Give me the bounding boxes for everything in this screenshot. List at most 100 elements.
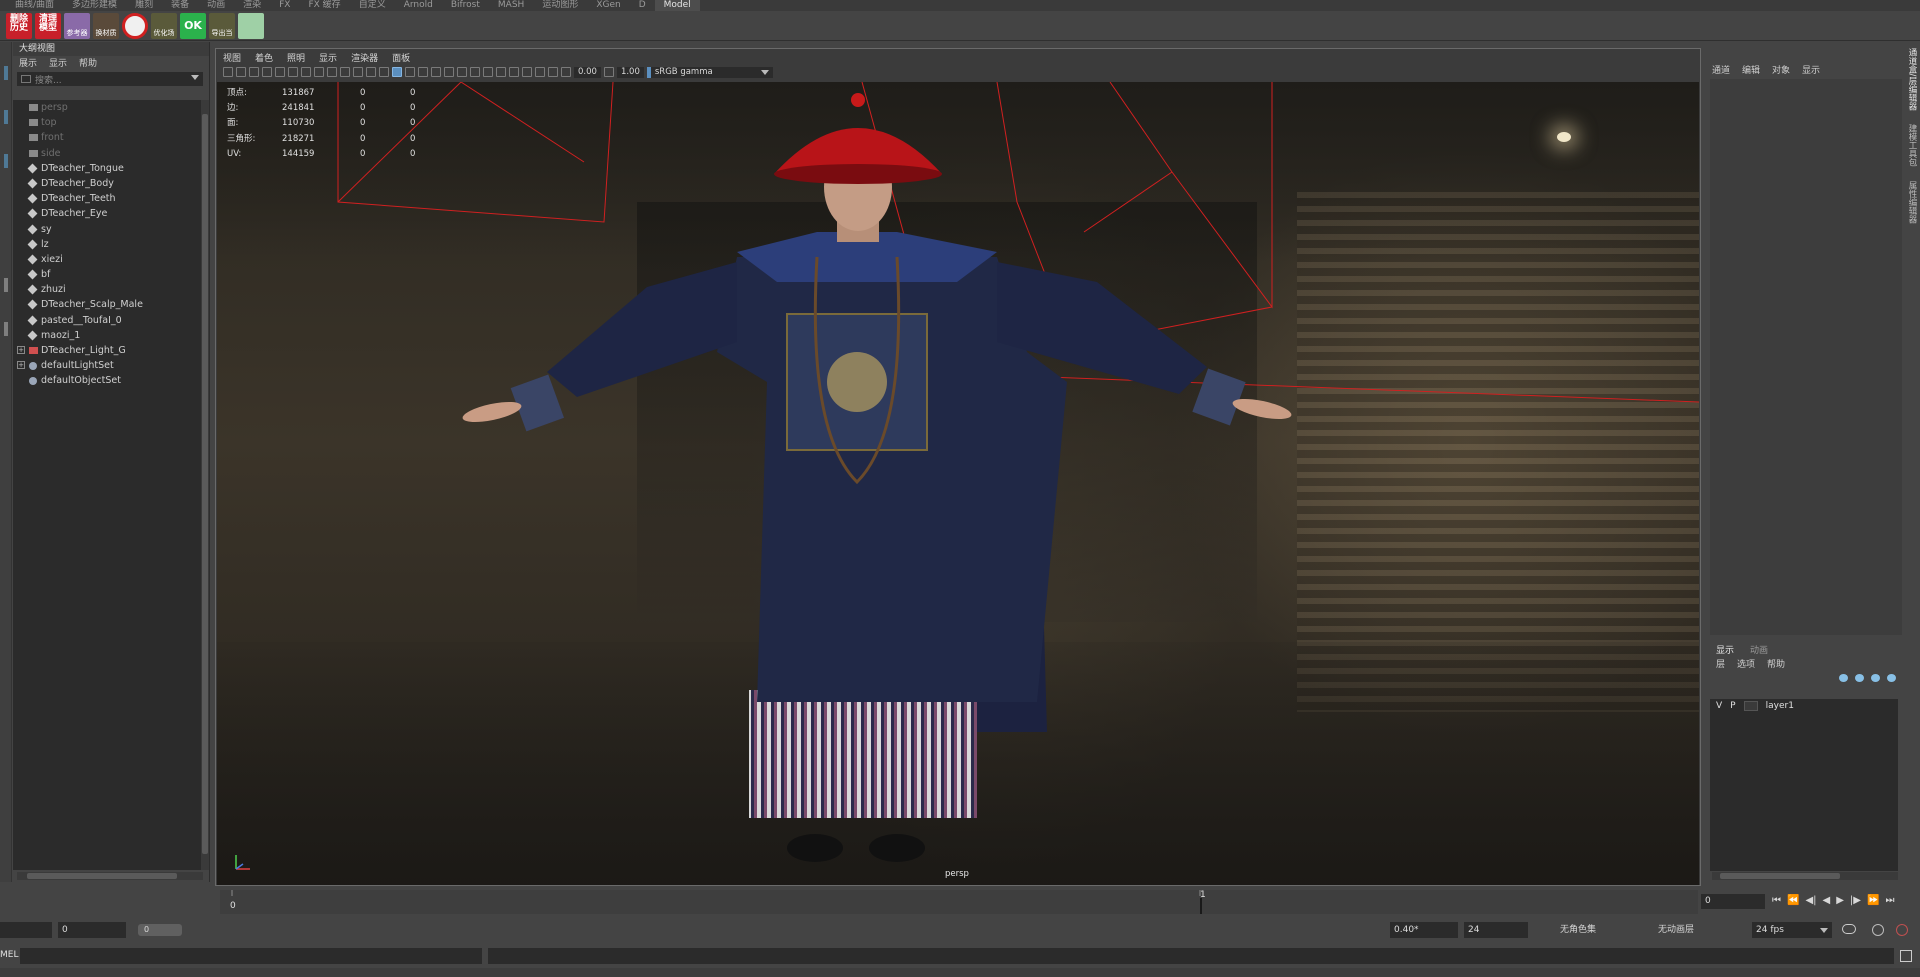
layer-menu-help[interactable]: 帮助 [1767, 657, 1785, 670]
layout-quad-icon[interactable] [4, 322, 8, 336]
wireframe-on-shaded-icon[interactable] [405, 67, 415, 77]
select-camera-icon[interactable] [223, 67, 233, 77]
outliner-search-field[interactable]: 搜索... [17, 72, 203, 86]
camera-attributes-icon[interactable] [236, 67, 246, 77]
rotate-tool-icon[interactable] [4, 154, 8, 168]
grid-icon[interactable] [288, 67, 298, 77]
optimize-icon[interactable]: 优化场 [151, 12, 177, 39]
outliner-item[interactable]: bf [13, 267, 201, 282]
use-all-lights-icon[interactable] [431, 67, 441, 77]
layer-visibility-toggle[interactable]: V [1716, 701, 1722, 711]
fps-select[interactable]: 24 fps [1752, 922, 1832, 938]
layout-single-icon[interactable] [4, 278, 8, 292]
film-gate-icon[interactable] [301, 67, 311, 77]
outliner-menu-display[interactable]: 显示 [49, 56, 67, 69]
search-input[interactable]: 搜索... [35, 73, 62, 86]
outliner-item[interactable]: front [13, 130, 201, 145]
anim-end-field[interactable]: 0.40* [1390, 922, 1458, 938]
new-layer-from-selection-icon[interactable] [1887, 674, 1896, 682]
command-input[interactable] [20, 948, 482, 964]
outliner-item[interactable]: + DTeacher_Light_G [13, 343, 201, 358]
motion-blur-icon[interactable] [470, 67, 480, 77]
outliner-item[interactable]: pasted__ToufaI_0 [13, 313, 201, 328]
smooth-shade-icon[interactable] [392, 67, 402, 77]
gamma-icon[interactable] [603, 67, 614, 77]
color-space-select[interactable]: sRGB gamma [646, 66, 773, 78]
shelf-tab[interactable]: FX [270, 0, 299, 11]
viewport-menu-panels[interactable]: 面板 [392, 51, 410, 64]
character-set-select[interactable]: 无角色集 [1560, 922, 1630, 938]
outliner-menu-show[interactable]: 展示 [19, 56, 37, 69]
channel-menu-show[interactable]: 显示 [1802, 63, 1820, 76]
export-icon[interactable]: 导出当 [209, 12, 235, 39]
outliner-item[interactable]: sy [13, 222, 201, 237]
sound-icon[interactable] [1872, 924, 1884, 936]
anim-start-field[interactable]: 0 [58, 922, 126, 938]
viewport-menu-lighting[interactable]: 照明 [287, 51, 305, 64]
shelf-tab[interactable]: Arnold [395, 0, 442, 11]
isolate-select-icon[interactable] [509, 67, 519, 77]
outliner-item[interactable]: DTeacher_Teeth [13, 191, 201, 206]
exposure-icon[interactable] [561, 67, 571, 77]
outliner-item[interactable]: DTeacher_Tongue [13, 161, 201, 176]
select-tool-icon[interactable] [4, 66, 8, 80]
viewport-menu-shading[interactable]: 着色 [255, 51, 273, 64]
new-empty-layer-icon[interactable] [1871, 674, 1880, 682]
character-model[interactable] [217, 82, 1699, 885]
shelf-tab[interactable]: 装备 [162, 0, 198, 11]
layer-menu-layers[interactable]: 层 [1716, 657, 1725, 670]
forbid-icon[interactable] [122, 12, 148, 39]
step-forward-key-icon[interactable]: ⏩ [1867, 895, 1879, 906]
viewport-menu-view[interactable]: 视图 [223, 51, 241, 64]
image-plane-icon[interactable] [262, 67, 272, 77]
chevron-down-icon[interactable] [191, 75, 199, 80]
channel-menu-object[interactable]: 对象 [1772, 63, 1790, 76]
dice-icon[interactable] [238, 12, 264, 39]
current-time-indicator[interactable] [1200, 898, 1202, 914]
time-slider-track[interactable]: 0 1 [220, 890, 1698, 914]
shelf-tab[interactable]: Bifrost [442, 0, 489, 11]
grease-pencil-icon[interactable] [275, 67, 285, 77]
safe-action-icon[interactable] [353, 67, 363, 77]
tab-display-layers[interactable]: 显示 [1716, 643, 1734, 656]
outliner-horizontal-scrollbar[interactable] [17, 872, 203, 880]
shelf-tab[interactable]: 雕刻 [126, 0, 162, 11]
xray-icon[interactable] [522, 67, 532, 77]
viewport-scene[interactable]: 顶点: 131867 0 0 边: 241841 0 0 面: 110730 0 0 三角形: 21827… [217, 82, 1699, 885]
shelf-tab[interactable]: Model [654, 0, 700, 11]
play-back-icon[interactable]: ◀ [1823, 895, 1831, 906]
tab-anim-layers[interactable]: 动画 [1750, 643, 1768, 656]
layer-playback-toggle[interactable]: P [1730, 701, 1735, 711]
shelf-tab[interactable]: MASH [489, 0, 533, 11]
depth-of-field-icon[interactable] [496, 67, 506, 77]
tab-modeling-toolkit[interactable]: 建模工具包 [1906, 124, 1918, 167]
outliner-item[interactable]: defaultObjectSet [13, 373, 201, 388]
move-layer-up-icon[interactable] [1839, 674, 1848, 682]
outliner-item[interactable]: + defaultLightSet [13, 358, 201, 373]
loop-icon[interactable] [1842, 924, 1856, 934]
xray-joints-icon[interactable] [535, 67, 545, 77]
current-frame-field[interactable]: 0 [1701, 894, 1765, 909]
anti-aliasing-icon[interactable] [483, 67, 493, 77]
outliner-menu-help[interactable]: 帮助 [79, 56, 97, 69]
outliner-item[interactable]: side [13, 146, 201, 161]
outliner-item[interactable]: maozi_1 [13, 328, 201, 343]
play-forward-icon[interactable]: ▶ [1836, 895, 1844, 906]
layer-color-swatch[interactable] [1743, 701, 1758, 711]
exposure-field[interactable]: 0.00 [574, 66, 601, 78]
shelf-tab[interactable]: 多边形建模 [63, 0, 126, 11]
scene-end-field[interactable]: 24 [1464, 922, 1528, 938]
step-forward-frame-icon[interactable]: |▶ [1850, 895, 1861, 906]
field-chart-icon[interactable] [340, 67, 350, 77]
go-to-start-icon[interactable]: ⏮ [1772, 895, 1781, 906]
safe-title-icon[interactable] [366, 67, 376, 77]
viewport-menu-renderer[interactable]: 渲染器 [351, 51, 378, 64]
shelf-tab[interactable]: 运动图形 [533, 0, 587, 11]
shelf-tab[interactable]: 曲线/曲面 [6, 0, 63, 11]
avatar-tool-icon[interactable]: 参考器 [64, 12, 90, 39]
ok-icon[interactable]: OK [180, 12, 206, 39]
material-tool-icon[interactable]: 换材质 [93, 12, 119, 39]
anim-layer-select[interactable]: 无动画层 [1658, 922, 1728, 938]
shelf-tab[interactable]: 渲染 [234, 0, 270, 11]
layer-menu-options[interactable]: 选项 [1737, 657, 1755, 670]
